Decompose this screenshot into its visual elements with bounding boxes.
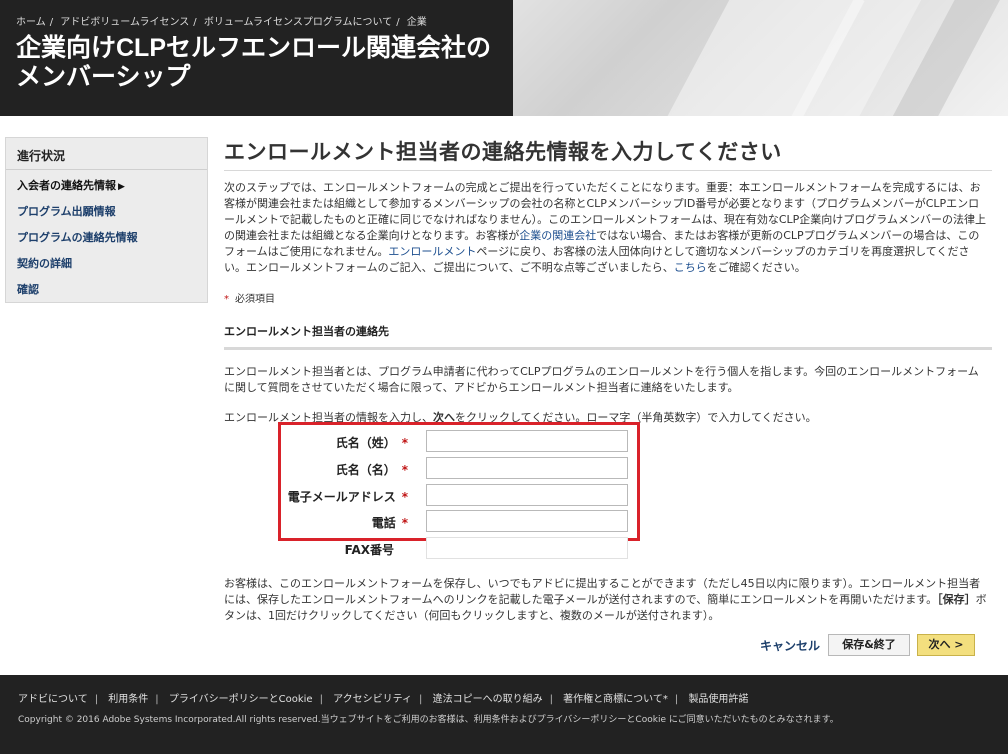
footer-separator: | [94,694,99,705]
enrollment-link[interactable]: エンロールメント [388,245,476,258]
save-instructions: お客様は、このエンロールメントフォームを保存し、いつでもアドビに提出することがで… [224,576,988,624]
save-and-exit-button[interactable]: 保存&終了 [828,634,910,656]
required-star: * [401,490,408,504]
form-row-fax: FAX番号 [200,537,628,559]
last-name-label: 氏名（姓） * [208,434,408,451]
footer-link-piracy[interactable]: 違法コピーへの取り組み [433,694,543,705]
breadcrumb: ホーム / アドビボリュームライセンス / ボリュームライセンスプログラムについて /… [16,13,427,28]
first-name-label: 氏名（名） * [208,461,408,478]
phone-input[interactable] [426,510,628,532]
sidebar-item-label: 契約の詳細 [17,257,72,270]
breadcrumb-enterprise: 企業 [406,17,427,28]
field-label-text: 氏名（名） [335,463,396,477]
sidebar-heading: 進行状況 [6,138,207,170]
progress-sidebar: 進行状況 入会者の連絡先情報 ▶ プログラム出願情報 プログラムの連絡先情報 契約… [5,137,208,303]
current-step-arrow-icon: ▶ [118,182,125,192]
breadcrumb-separator: / [396,17,400,28]
sidebar-item-program-application[interactable]: プログラム出願情報 [6,196,207,222]
breadcrumb-home[interactable]: ホーム [16,17,46,28]
form-actions: キャンセル 保存&終了 次へ > [760,634,976,656]
header-panel: ホーム / アドビボリュームライセンス / ボリュームライセンスプログラムについて /… [0,0,513,116]
main-content: エンロールメント担当者の連絡先情報を入力してください 次のステップでは、エンロー… [224,136,992,426]
field-label-text: 氏名（姓） [335,436,396,450]
sidebar-item-contract-details[interactable]: 契約の詳細 [6,248,207,274]
fax-label: FAX番号 [194,541,394,558]
form-row-email: 電子メールアドレス * [200,484,628,506]
footer-link-copyright[interactable]: 著作権と商標について* [563,694,668,705]
footer-separator: | [549,694,553,705]
form-row-phone: 電話 * [200,510,628,532]
intro-text: 次のステップでは、エンロールメントフォームの完成とご提出を行っていただくことにな… [224,180,988,276]
sidebar-item-label: プログラムの連絡先情報 [17,231,138,244]
breadcrumb-program-about[interactable]: ボリュームライセンスプログラムについて [204,17,392,28]
footer-separator: | [319,694,323,705]
required-star: * [401,463,408,477]
first-name-input[interactable] [426,457,628,479]
footer-separator: | [674,694,679,705]
footer-links: アドビについて | 利用条件 | プライバシーポリシーとCookie | アクセシビリ… [18,690,748,705]
footer-link-privacy[interactable]: プライバシーポリシーとCookie [169,694,313,705]
email-label: 電子メールアドレス * [208,488,408,505]
cancel-button[interactable]: キャンセル [760,637,820,654]
fax-input[interactable] [426,537,628,559]
footer-link-accessibility[interactable]: アクセシビリティ [333,694,412,705]
last-name-input[interactable] [426,430,628,452]
sidebar-item-enrollee-contact[interactable]: 入会者の連絡先情報 ▶ [6,170,207,196]
footer-separator: | [155,694,159,705]
sidebar-item-label: プログラム出願情報 [17,205,116,218]
save-bold-label: ［保存］ [937,593,976,606]
required-note: * 必須項目 [224,290,992,305]
save-text: お客様は、このエンロールメントフォームを保存し、いつでもアドビに提出することがで… [224,577,981,606]
form-row-last-name: 氏名（姓） * [200,430,628,452]
intro-text-part: をご確認ください。 [706,261,806,274]
page-header: ホーム / アドビボリュームライセンス / ボリュームライセンスプログラムについて /… [0,0,1008,116]
required-note-text: 必須項目 [235,294,275,305]
sidebar-item-label: 確認 [17,283,39,296]
form-row-first-name: 氏名（名） * [200,457,628,479]
sidebar-item-program-contact[interactable]: プログラムの連絡先情報 [6,222,207,248]
footer-link-about[interactable]: アドビについて [18,694,88,705]
enrollment-officer-description: エンロールメント担当者とは、プログラム申請者に代わってCLPプログラムのエンロー… [224,365,979,394]
footer-separator: | [419,694,423,705]
field-label-text: 電話 [371,516,396,530]
phone-label: 電話 * [208,514,408,531]
required-star: * [401,436,408,450]
footer-link-license[interactable]: 製品使用許諾 [688,694,748,705]
field-label-text: 電子メールアドレス [287,490,396,504]
next-button[interactable]: 次へ > [917,634,975,656]
required-star: * [224,294,229,305]
email-input[interactable] [426,484,628,506]
help-here-link[interactable]: こちら [674,261,707,274]
section-title: エンロールメント担当者の連絡先情報を入力してください [224,136,992,171]
contact-section-heading: エンロールメント担当者の連絡先 [224,323,992,350]
affiliate-link[interactable]: 企業の関連会社 [519,229,596,242]
sidebar-item-confirmation[interactable]: 確認 [6,274,207,300]
field-label-text: FAX番号 [344,543,394,557]
breadcrumb-volume-licensing[interactable]: アドビボリュームライセンス [60,17,189,28]
required-star: * [401,516,408,530]
sidebar-item-label: 入会者の連絡先情報 [17,179,116,192]
copyright-notice: Copyright © 2016 Adobe Systems Incorpora… [18,715,839,725]
footer-link-terms[interactable]: 利用条件 [108,694,148,705]
page-title: 企業向けCLPセルフエンロール関連会社のメンバーシップ [16,34,492,91]
breadcrumb-separator: / [193,17,197,28]
page-footer: アドビについて | 利用条件 | プライバシーポリシーとCookie | アクセシビリ… [0,675,1008,754]
breadcrumb-separator: / [49,17,54,28]
